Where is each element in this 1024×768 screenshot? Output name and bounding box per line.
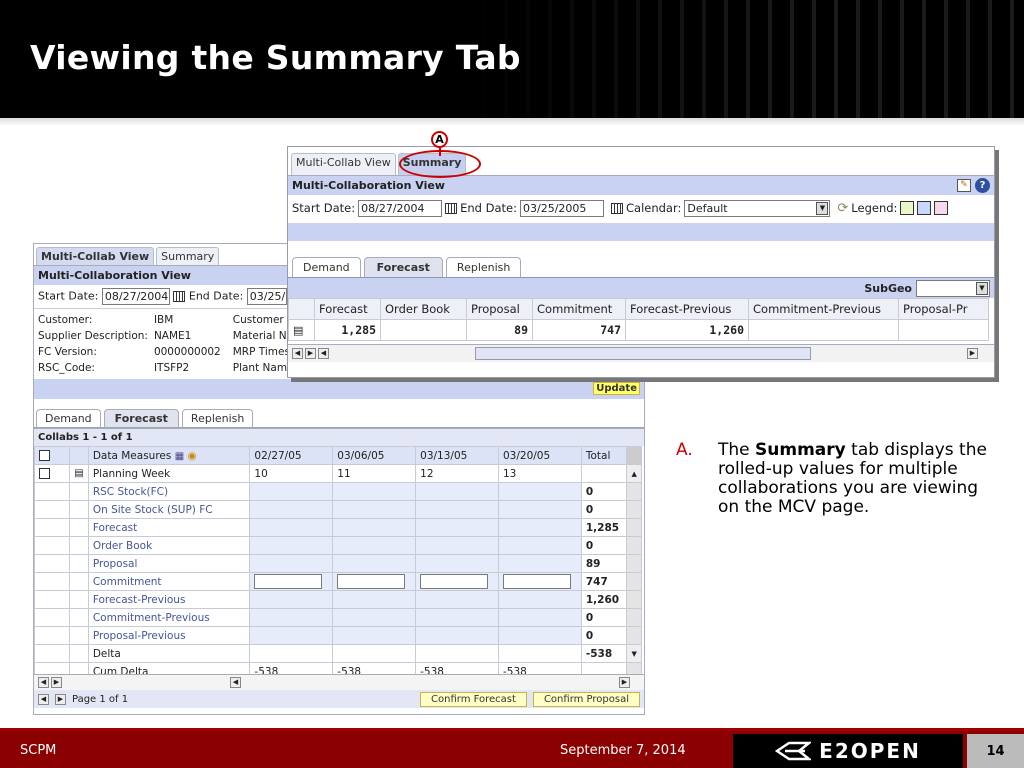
confirm-forecast-button[interactable]: Confirm Forecast bbox=[420, 691, 527, 707]
grid-icon[interactable]: ▦ bbox=[175, 451, 184, 462]
refresh-icon[interactable]: ⟳ bbox=[837, 201, 848, 216]
slide-footer: SCPM September 7, 2014 E2OPEN 14 bbox=[0, 728, 1024, 768]
info-row: Customer: IBM Customer bbox=[38, 314, 284, 326]
subtab-demand[interactable]: Demand bbox=[36, 409, 101, 427]
table-row: Proposal 89 bbox=[34, 554, 642, 573]
subgeo-select[interactable]: ▼ bbox=[916, 279, 990, 297]
chevron-down-icon: ▼ bbox=[816, 201, 829, 215]
table-row: ▤ Planning Week 10 11 12 13 ▲ bbox=[34, 464, 642, 483]
end-date-input[interactable]: 03/25/2005 bbox=[520, 199, 604, 217]
measure-label: Delta bbox=[87, 644, 251, 663]
page-number: 14 bbox=[967, 734, 1024, 768]
subtab-forecast[interactable]: Forecast bbox=[363, 257, 443, 277]
page-indicator: Page 1 of 1 bbox=[72, 693, 129, 705]
subtab-demand[interactable]: Demand bbox=[292, 257, 361, 277]
row-menu-icon[interactable]: ▤ bbox=[69, 464, 89, 483]
measure-label[interactable]: Proposal-Previous bbox=[87, 626, 251, 645]
summary-grid: Forecast Order Book Proposal Commitment Fore… bbox=[288, 298, 989, 341]
start-date-input[interactable]: 08/27/2004 bbox=[101, 288, 170, 305]
legend-swatches bbox=[900, 201, 949, 215]
table-row: Commitment-Previous 0 bbox=[34, 608, 642, 627]
callout-marker: A bbox=[431, 131, 448, 148]
table-row: On Site Stock (SUP) FC 0 bbox=[34, 500, 642, 519]
update-button[interactable]: Update bbox=[593, 382, 640, 395]
mcv-window-front: Multi-Collab View Summary Multi-Collabor… bbox=[287, 146, 995, 378]
measure-label[interactable]: RSC Stock(FC) bbox=[87, 482, 251, 501]
measure-label[interactable]: Proposal bbox=[87, 554, 251, 573]
table-row: Commitment 747 bbox=[34, 572, 642, 591]
calendar-select[interactable]: Default ▼ bbox=[684, 199, 831, 217]
table-row: Proposal-Previous 0 bbox=[34, 626, 642, 645]
prev-page-icon[interactable]: ◀ bbox=[38, 693, 49, 705]
info-row: FC Version: 0000000002 MRP Times bbox=[38, 346, 290, 358]
table-row: Order Book 0 bbox=[34, 536, 642, 555]
column-header: Commitment-Previous bbox=[748, 298, 899, 320]
column-header: Proposal bbox=[466, 298, 533, 320]
measure-label[interactable]: On Site Stock (SUP) FC bbox=[87, 500, 251, 519]
commitment-input[interactable] bbox=[332, 572, 417, 591]
column-header: Forecast bbox=[314, 298, 381, 320]
h-scrollbar[interactable]: ◀ ▶ ◀ ▶ bbox=[288, 344, 994, 362]
measure-label[interactable]: Forecast bbox=[87, 518, 251, 537]
measure-label[interactable]: Commitment bbox=[87, 572, 251, 591]
info-row: RSC_Code: ITSFP2 Plant Name bbox=[38, 362, 294, 374]
commitment-input[interactable] bbox=[498, 572, 582, 591]
slide-header: Viewing the Summary Tab bbox=[0, 0, 1024, 118]
end-date-input[interactable]: 03/25/ bbox=[246, 288, 287, 305]
tab-summary[interactable]: Summary bbox=[156, 247, 220, 265]
legend-swatch bbox=[934, 201, 949, 215]
next-page-icon[interactable]: ▶ bbox=[55, 693, 66, 705]
table-row: RSC Stock(FC) 0 bbox=[34, 482, 642, 501]
commitment-input[interactable] bbox=[249, 572, 334, 591]
measure-label[interactable]: Forecast-Previous bbox=[87, 590, 251, 609]
slide-title: Viewing the Summary Tab bbox=[30, 38, 521, 77]
h-scrollbar[interactable]: ◀ ▶ ◀ ▶ bbox=[34, 674, 644, 690]
scroll-up-icon[interactable]: ▲ bbox=[626, 464, 642, 483]
calendar-icon[interactable] bbox=[445, 202, 458, 214]
table-row: Forecast 1,285 bbox=[34, 518, 642, 537]
confirm-proposal-button[interactable]: Confirm Proposal bbox=[532, 691, 640, 707]
subgeo-label: SubGeo bbox=[864, 281, 912, 295]
measure-label: Cum Delta bbox=[87, 662, 251, 674]
help-icon[interactable]: ? bbox=[975, 178, 990, 193]
measure-label: Planning Week bbox=[87, 464, 251, 483]
info-row: Supplier Description: NAME1 Material Nc bbox=[38, 330, 293, 342]
column-header: Commitment bbox=[532, 298, 626, 320]
section-title: Multi-Collaboration View bbox=[292, 179, 445, 192]
subtab-replenish[interactable]: Replenish bbox=[445, 257, 522, 277]
scroll-down-icon[interactable]: ▼ bbox=[626, 644, 642, 663]
column-header: Proposal-Pr bbox=[898, 298, 989, 320]
table-row: Forecast-Previous 1,260 bbox=[34, 590, 642, 609]
table-row: Cum Delta -538 -538 -538 -538 bbox=[34, 662, 642, 674]
column-header: Order Book bbox=[380, 298, 467, 320]
e2open-logo: E2OPEN bbox=[733, 734, 963, 768]
calendar-icon[interactable] bbox=[173, 291, 186, 302]
row-checkbox[interactable] bbox=[34, 464, 71, 483]
callout-text: A. The Summary tab displays the rolled-u… bbox=[676, 440, 987, 517]
toggle-icon[interactable]: ◉ bbox=[188, 450, 197, 462]
collab-info: Customer: IBM Customer Supplier Description… bbox=[38, 312, 306, 376]
tab-multi-collab-view[interactable]: Multi-Collab View bbox=[36, 247, 155, 265]
measure-label[interactable]: Commitment-Previous bbox=[87, 608, 251, 627]
start-date-input[interactable]: 08/27/2004 bbox=[358, 199, 443, 217]
measure-label[interactable]: Order Book bbox=[87, 536, 251, 555]
table-row: Delta -538 ▼ bbox=[34, 644, 642, 663]
commitment-input[interactable] bbox=[415, 572, 499, 591]
legend-swatch bbox=[917, 201, 932, 215]
measures-grid: Data Measures ▦ ◉ 02/27/05 03/06/05 03/1… bbox=[34, 446, 642, 674]
tab-multi-collab-view[interactable]: Multi-Collab View bbox=[291, 153, 396, 175]
collabs-count: Collabs 1 - 1 of 1 bbox=[34, 428, 644, 446]
edit-icon[interactable]: ✎ bbox=[957, 179, 971, 192]
row-menu-icon[interactable]: ▤ bbox=[288, 319, 315, 341]
column-header: Forecast-Previous bbox=[625, 298, 749, 320]
subtab-forecast[interactable]: Forecast bbox=[103, 409, 179, 427]
subtab-replenish[interactable]: Replenish bbox=[181, 409, 254, 427]
summary-tab-highlight bbox=[399, 150, 481, 178]
select-all-checkbox[interactable] bbox=[34, 446, 71, 465]
legend-swatch bbox=[900, 201, 915, 215]
calendar-icon[interactable] bbox=[611, 202, 623, 214]
chevron-down-icon: ▼ bbox=[976, 281, 988, 295]
